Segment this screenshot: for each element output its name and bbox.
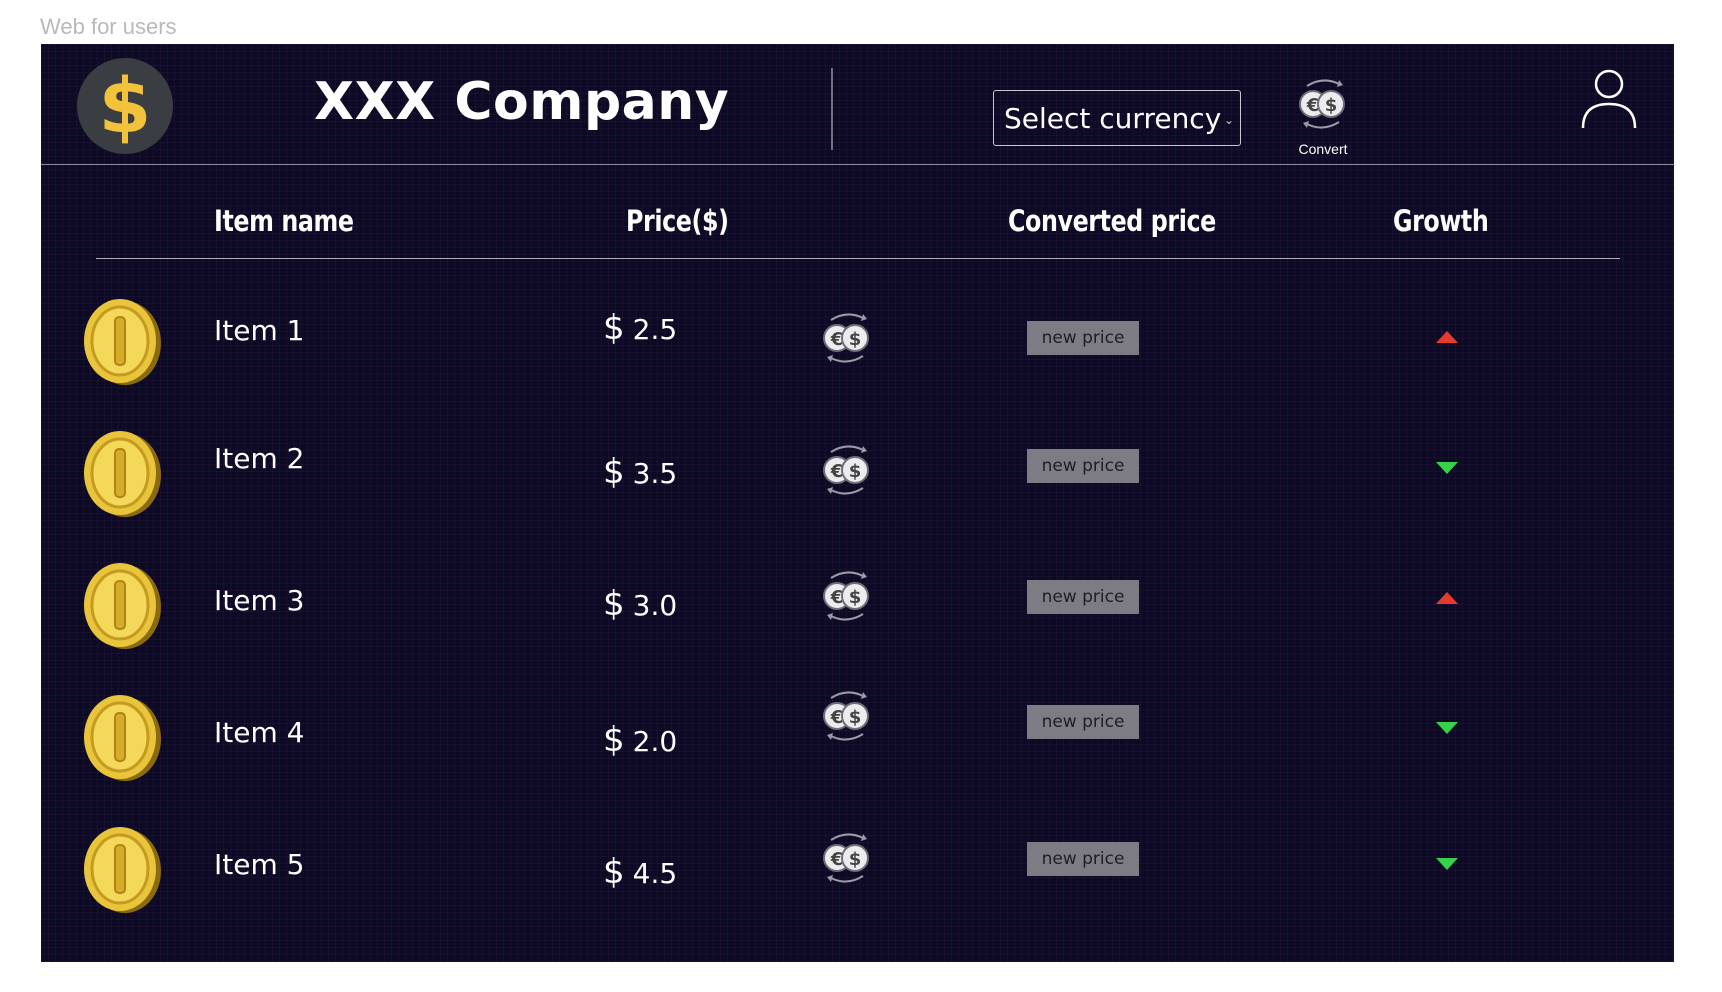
chevron-down-icon: ⌄	[1223, 113, 1234, 127]
item-name: Item 2	[214, 442, 305, 475]
svg-text:$: $	[849, 461, 862, 482]
item-price: $3.0	[603, 584, 677, 624]
item-price: $2.5	[603, 308, 677, 348]
currency-exchange-icon[interactable]: € $	[816, 828, 878, 888]
item-price: $2.0	[603, 720, 677, 760]
converted-price: new price	[1027, 842, 1139, 876]
price-value: 2.0	[632, 725, 678, 758]
frame-label: Web for users	[40, 14, 177, 39]
converted-price: new price	[1027, 580, 1139, 614]
logo-symbol: $	[98, 61, 152, 150]
currency-select[interactable]: Select currency ⌄	[993, 90, 1241, 146]
header-divider	[831, 68, 833, 150]
gold-coin-icon	[84, 695, 161, 781]
currency-exchange-icon[interactable]: € $	[816, 686, 878, 746]
gold-coin-icon	[84, 827, 161, 913]
svg-text:$: $	[849, 587, 862, 608]
column-header-price: Price($)	[626, 204, 729, 238]
item-name: Item 3	[214, 584, 305, 617]
currency-exchange-icon[interactable]: € $	[816, 308, 878, 368]
currency-exchange-icon[interactable]: € $	[816, 440, 878, 500]
dollar-logo-icon: $	[77, 58, 173, 154]
currency-select-value: Select currency	[1004, 101, 1222, 135]
table-row: Item 2 $3.5 € $ new price	[41, 426, 1674, 536]
table-header: Item name Price($) Converted price Growt…	[96, 194, 1620, 259]
price-value: 2.5	[632, 313, 678, 346]
user-icon[interactable]	[1575, 66, 1643, 136]
table-row: Item 5 $4.5 € $ new price	[41, 822, 1674, 932]
currency-symbol: $	[603, 852, 625, 892]
currency-symbol: $	[603, 720, 625, 760]
converted-price: new price	[1027, 321, 1139, 355]
item-name: Item 1	[214, 314, 305, 347]
currency-exchange-icon: € $	[1299, 79, 1345, 129]
growth-up-icon	[1436, 331, 1460, 347]
price-value: 4.5	[632, 857, 678, 890]
gold-coin-icon	[84, 299, 161, 385]
growth-down-icon	[1436, 722, 1460, 738]
converted-price: new price	[1027, 705, 1139, 739]
growth-up-icon	[1436, 592, 1460, 608]
convert-button[interactable]: € $ Convert	[1277, 74, 1369, 157]
price-value: 3.0	[632, 589, 678, 622]
item-price: $3.5	[603, 452, 677, 492]
growth-down-icon	[1436, 462, 1460, 478]
currency-symbol: $	[603, 584, 625, 624]
table-row: Item 4 $2.0 € $ new price	[41, 690, 1674, 800]
currency-symbol: $	[603, 452, 625, 492]
item-name: Item 4	[214, 716, 305, 749]
svg-text:$: $	[1325, 95, 1338, 116]
currency-exchange-icon[interactable]: € $	[816, 566, 878, 626]
currency-symbol: $	[603, 308, 625, 348]
convert-label: Convert	[1298, 141, 1348, 157]
column-header-item-name: Item name	[214, 204, 354, 238]
header: $ XXX Company Select currency ⌄ € $ Conv…	[41, 44, 1674, 165]
price-value: 3.5	[632, 457, 678, 490]
item-price: $4.5	[603, 852, 677, 892]
table-row: Item 3 $3.0 € $ new price	[41, 558, 1674, 668]
svg-text:$: $	[849, 329, 862, 350]
gold-coin-icon	[84, 431, 161, 517]
item-name: Item 5	[214, 848, 305, 881]
table-row: Item 1 $2.5 € $ new price	[41, 294, 1674, 404]
gold-coin-icon	[84, 563, 161, 649]
app-window: $ XXX Company Select currency ⌄ € $ Conv…	[41, 44, 1674, 962]
svg-text:$: $	[849, 849, 862, 870]
column-header-converted-price: Converted price	[1008, 204, 1216, 238]
column-header-growth: Growth	[1393, 204, 1489, 238]
converted-price: new price	[1027, 449, 1139, 483]
growth-down-icon	[1436, 858, 1460, 874]
svg-text:$: $	[849, 707, 862, 728]
company-name: XXX Company	[314, 72, 730, 132]
